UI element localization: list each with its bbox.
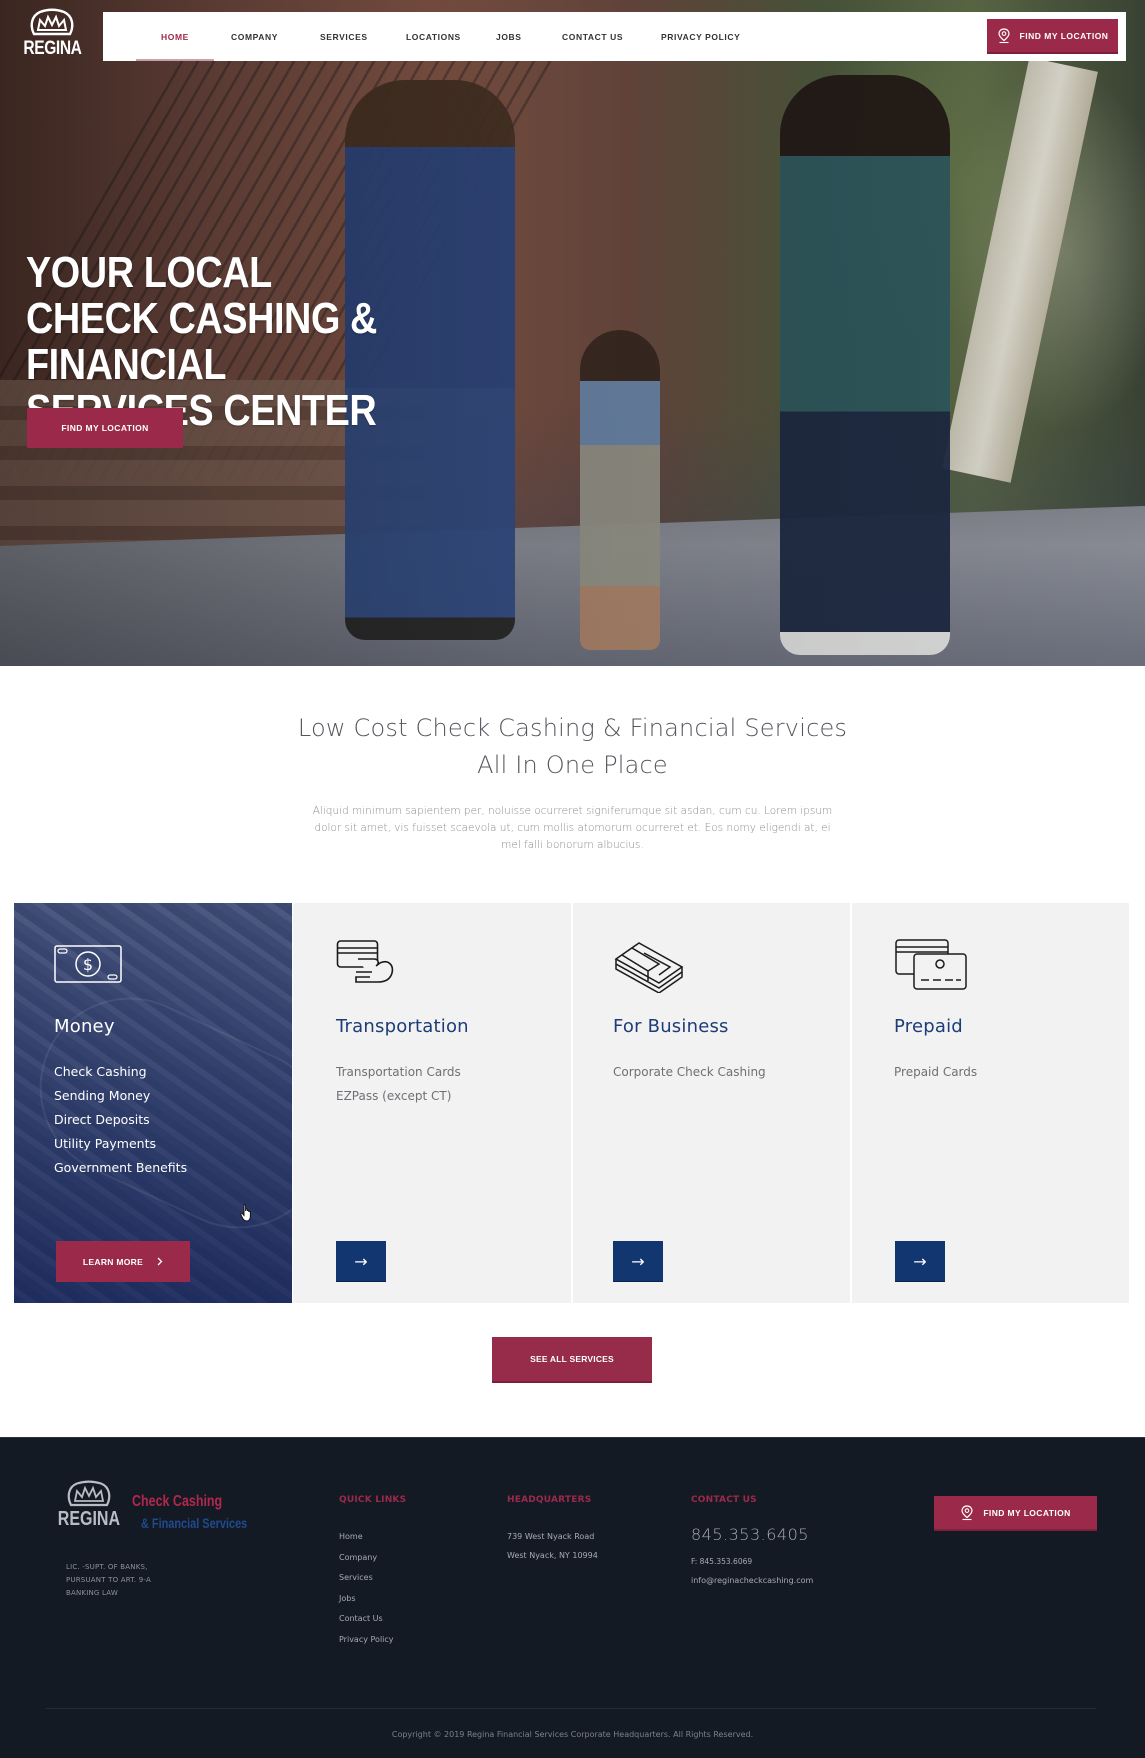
hand-cursor-icon [240, 1204, 251, 1222]
card-in-hand-icon [336, 940, 394, 983]
nav-locations[interactable]: LOCATIONS [406, 12, 461, 61]
footer-email[interactable]: info@reginacheckcashing.com [691, 1576, 813, 1585]
footer-logo[interactable]: REGINA [58, 1480, 120, 1536]
site-logo[interactable]: REGINA [22, 8, 82, 66]
contact-us-title: CONTACT US [691, 1495, 757, 1505]
learn-more-label: LEARN MORE [82, 1256, 144, 1267]
footer-fax: F: 845.353.6069 [691, 1557, 753, 1566]
card-title: For Business [613, 1016, 729, 1037]
crown-icon [67, 1480, 111, 1507]
service-item[interactable]: Government Benefits [54, 1156, 187, 1180]
service-item[interactable]: Utility Payments [54, 1132, 187, 1156]
footer-find-location-button[interactable]: FIND MY LOCATION [934, 1496, 1097, 1531]
intro-body: Aliquid minimum sapientem per, noluisse … [312, 805, 833, 851]
logo-wordmark: REGINA [22, 38, 82, 59]
cash-bill-icon: $ [54, 945, 122, 983]
headquarters-address: 739 West Nyack Road West Nyack, NY 10994 [507, 1527, 598, 1565]
intro-heading: Low Cost Check Cashing & Financial Servi… [0, 710, 1145, 784]
service-item[interactable]: EZPass (except CT) [336, 1084, 461, 1108]
address-line: 739 West Nyack Road [507, 1532, 595, 1541]
footer-divider [46, 1708, 1096, 1709]
chevron-right-icon [157, 1257, 163, 1266]
footer-brand-line1: Check Cashing [132, 1493, 223, 1510]
crown-icon [30, 8, 74, 36]
service-item[interactable]: Direct Deposits [54, 1108, 187, 1132]
footer-link-contact-us[interactable]: Contact Us [339, 1609, 394, 1630]
find-location-label: FIND MY LOCATION [1019, 30, 1109, 41]
service-item[interactable]: Prepaid Cards [894, 1060, 977, 1084]
quick-links-title: QUICK LINKS [339, 1495, 407, 1505]
service-list: Transportation Cards EZPass (except CT) [336, 1060, 461, 1108]
intro-heading-line2: All In One Place [477, 751, 668, 779]
service-list: Prepaid Cards [894, 1060, 977, 1084]
nav-jobs[interactable]: JOBS [496, 12, 522, 61]
footer-license: LIC. -SUPT. OF BANKS, PURSUANT TO ART. 9… [66, 1561, 151, 1600]
address-line: West Nyack, NY 10994 [507, 1551, 598, 1560]
license-line: LIC. -SUPT. OF BANKS, [66, 1563, 148, 1571]
map-pin-icon [997, 27, 1010, 43]
footer-brand-line2: & Financial Services [141, 1515, 248, 1531]
service-card-business: For Business Corporate Check Cashing → [573, 903, 850, 1303]
quick-links-list: Home Company Services Jobs Contact Us Pr… [339, 1527, 394, 1650]
business-arrow-button[interactable]: → [613, 1241, 663, 1282]
footer-phone[interactable]: 845.353.6405 [691, 1525, 809, 1544]
copyright: Copyright © 2019 Regina Financial Servic… [391, 1730, 754, 1739]
license-line: BANKING LAW [66, 1589, 118, 1597]
footer-link-services[interactable]: Services [339, 1568, 394, 1589]
hero-section: REGINA HOME COMPANY SERVICES LOCATIONS J… [0, 0, 1145, 666]
service-list: Check Cashing Sending Money Direct Depos… [54, 1060, 187, 1180]
license-line: PURSUANT TO ART. 9-A [66, 1576, 151, 1584]
see-all-services-button[interactable]: SEE ALL SERVICES [492, 1337, 652, 1383]
nav-privacy-policy[interactable]: PRIVACY POLICY [661, 12, 740, 61]
intro-heading-line1: Low Cost Check Cashing & Financial Servi… [297, 714, 848, 742]
money-stack-icon [614, 942, 684, 993]
map-pin-icon [961, 1504, 973, 1520]
service-card-prepaid: Prepaid Prepaid Cards → [852, 903, 1129, 1303]
footer-link-jobs[interactable]: Jobs [339, 1589, 394, 1610]
nav-company[interactable]: COMPANY [231, 12, 278, 61]
main-nav: HOME COMPANY SERVICES LOCATIONS JOBS CON… [103, 12, 1126, 61]
service-list: Corporate Check Cashing [613, 1060, 766, 1084]
service-item[interactable]: Corporate Check Cashing [613, 1060, 766, 1084]
find-location-button[interactable]: FIND MY LOCATION [987, 19, 1118, 54]
hero-title: YOUR LOCAL CHECK CASHING & FINANCIAL SER… [26, 248, 377, 435]
footer-link-privacy-policy[interactable]: Privacy Policy [339, 1630, 394, 1651]
headquarters-title: HEADQUARTERS [507, 1495, 592, 1505]
service-card-transportation: Transportation Transportation Cards EZPa… [293, 903, 571, 1303]
card-title: Money [54, 1016, 115, 1037]
footer-link-home[interactable]: Home [339, 1527, 394, 1548]
card-title: Transportation [336, 1016, 469, 1037]
prepaid-card-icon [895, 939, 967, 990]
service-card-money: $ Money Check Cashing Sending Money Dire… [14, 903, 292, 1303]
nav-services[interactable]: SERVICES [320, 12, 368, 61]
hero-find-location-button[interactable]: FIND MY LOCATION [27, 408, 183, 448]
svg-text:$: $ [83, 955, 93, 974]
nav-home[interactable]: HOME [136, 12, 214, 61]
learn-more-button[interactable]: LEARN MORE [56, 1241, 190, 1282]
footer-find-location-label: FIND MY LOCATION [983, 1507, 1071, 1518]
footer: REGINA Check Cashing & Financial Service… [0, 1437, 1145, 1758]
prepaid-arrow-button[interactable]: → [895, 1241, 945, 1282]
nav-contact-us[interactable]: CONTACT US [562, 12, 623, 61]
footer-link-company[interactable]: Company [339, 1548, 394, 1569]
footer-logo-wordmark: REGINA [57, 1508, 121, 1530]
service-item[interactable]: Transportation Cards [336, 1060, 461, 1084]
service-item[interactable]: Check Cashing [54, 1060, 187, 1084]
service-item[interactable]: Sending Money [54, 1084, 187, 1108]
card-title: Prepaid [894, 1016, 963, 1037]
transportation-arrow-button[interactable]: → [336, 1241, 386, 1282]
